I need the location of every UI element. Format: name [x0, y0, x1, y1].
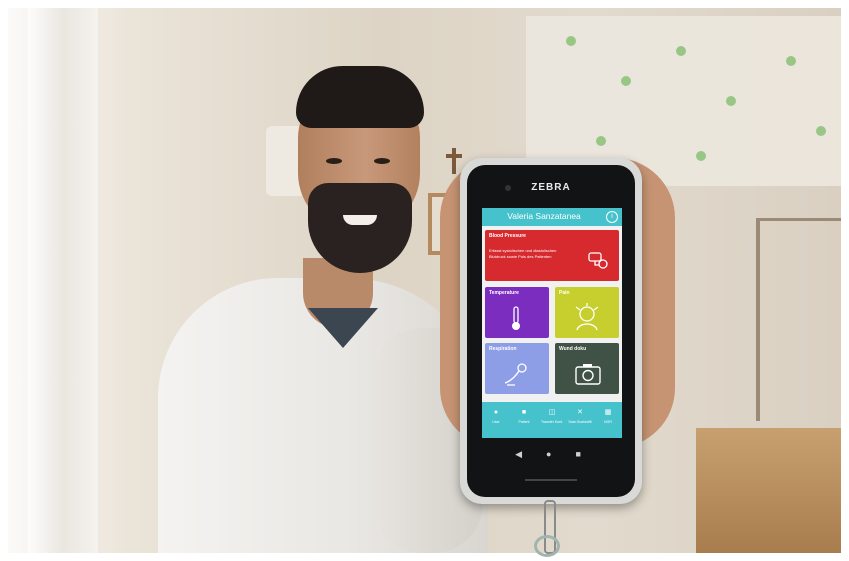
- blood-pressure-icon: [587, 250, 609, 272]
- transfer-icon: ◫: [548, 409, 556, 416]
- tile-description: Erfasst systolischen und diastolischen B…: [489, 248, 557, 259]
- shelf: [756, 218, 841, 421]
- right-eye: [374, 158, 390, 164]
- page-indicator: [537, 396, 567, 409]
- home-icon[interactable]: ●: [546, 449, 575, 459]
- app-title: Valeria Sanzatanea: [507, 211, 581, 221]
- tile-wund-doku[interactable]: Wund doku: [555, 343, 619, 394]
- zebra-phone: ZEBRA Valeria Sanzatanea i Blood Pressur…: [460, 158, 642, 504]
- tile-temperature[interactable]: Temperature: [485, 287, 549, 338]
- tile-title: Blood Pressure: [489, 233, 526, 239]
- scan-icon: ✕: [577, 409, 583, 416]
- app-bar: Valeria Sanzatanea i: [482, 208, 622, 226]
- phone-bezel: ZEBRA Valeria Sanzatanea i Blood Pressur…: [467, 165, 635, 497]
- curtain: [28, 8, 98, 553]
- tile-title: Wund doku: [559, 346, 587, 352]
- nav-label: Scan Boxfastfit: [568, 420, 592, 424]
- nav-label: NGR: [604, 420, 612, 424]
- left-eye: [326, 158, 342, 164]
- tile-title: Respiration: [489, 346, 517, 352]
- patient-icon: ■: [521, 409, 527, 416]
- recents-icon[interactable]: ■: [575, 449, 604, 459]
- nav-patient[interactable]: ■ Patient: [510, 402, 538, 438]
- tile-respiration[interactable]: Respiration: [485, 343, 549, 394]
- tile-title: Pain: [559, 290, 570, 296]
- cabinet: [696, 428, 841, 553]
- pain-face-icon: [573, 303, 601, 333]
- back-icon[interactable]: ◀: [515, 449, 546, 459]
- smile: [343, 215, 377, 225]
- user-icon: ●: [493, 409, 499, 416]
- system-nav-bar: ◀●■: [467, 449, 635, 460]
- thermometer-icon: [509, 305, 523, 333]
- tile-blood-pressure[interactable]: Blood Pressure Erfasst systolischen und …: [485, 230, 619, 281]
- bottom-nav: ● User ■ Patient ◫ Transfer Kont. ✕ Scan…: [482, 402, 622, 438]
- lanyard-ring: [534, 535, 560, 557]
- nav-user[interactable]: ● User: [482, 402, 510, 438]
- camera-icon: [575, 363, 601, 387]
- info-icon[interactable]: i: [606, 211, 618, 223]
- tile-title: Temperature: [489, 290, 519, 296]
- qr-icon: ▦: [604, 409, 612, 416]
- speaker-grille: [525, 479, 577, 481]
- brand-logo: ZEBRA: [531, 182, 571, 193]
- person-hair: [296, 66, 424, 128]
- nav-ngr[interactable]: ▦ NGR: [594, 402, 622, 438]
- nav-scan[interactable]: ✕ Scan Boxfastfit: [566, 402, 594, 438]
- tile-pain[interactable]: Pain: [555, 287, 619, 338]
- nav-label: Patient: [518, 420, 530, 424]
- nav-label: Transfer Kont.: [540, 420, 564, 424]
- nav-transfer[interactable]: ◫ Transfer Kont.: [538, 402, 566, 438]
- phone-screen: Valeria Sanzatanea i Blood Pressure Erfa…: [482, 208, 622, 438]
- nav-label: User: [492, 420, 500, 424]
- crucifix: [446, 148, 462, 174]
- respiration-icon: [503, 361, 531, 389]
- photo: [8, 8, 841, 553]
